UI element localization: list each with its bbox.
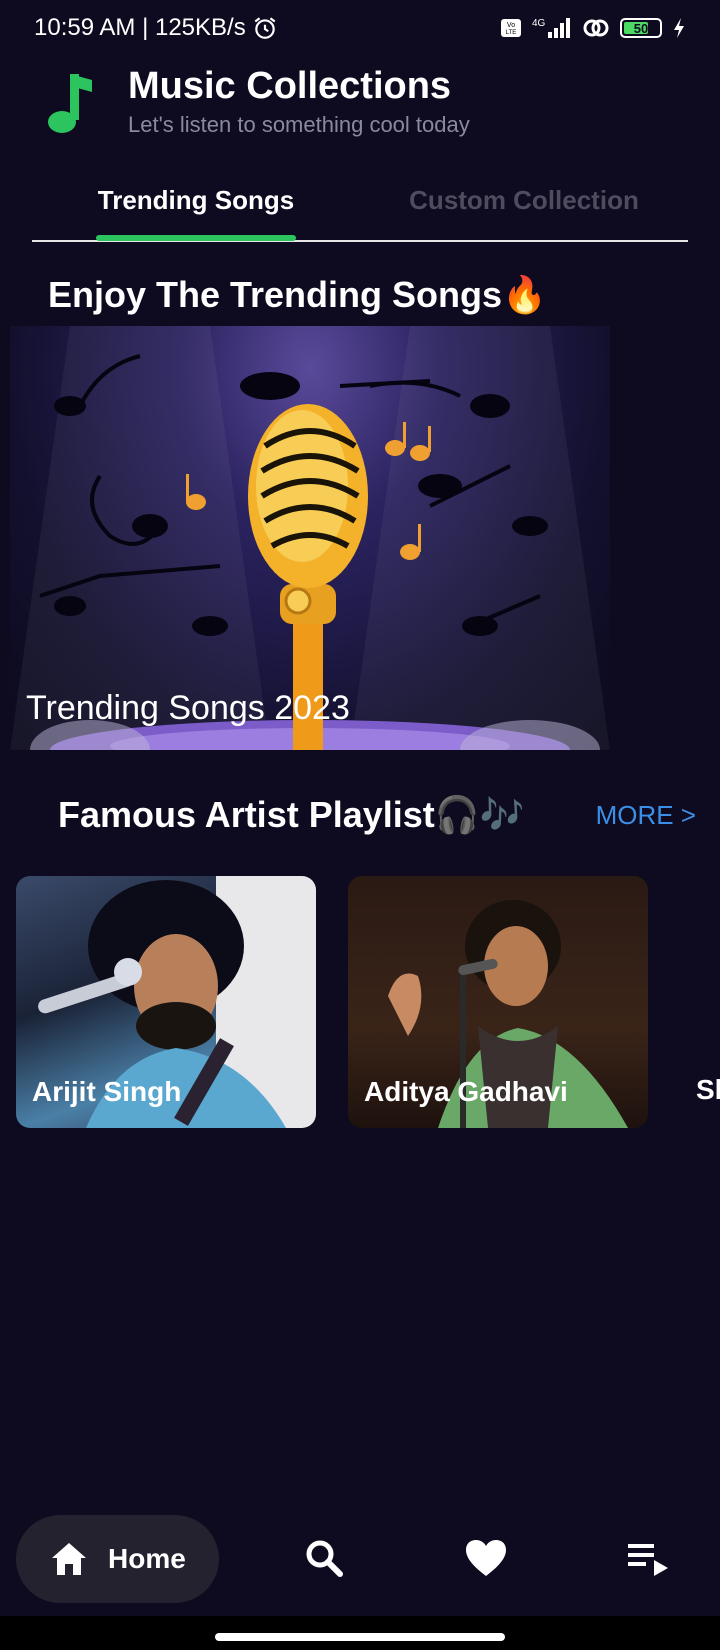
- tab-label: Trending Songs: [97, 184, 295, 215]
- trending-section-title: Enjoy The Trending Songs🔥: [48, 274, 547, 315]
- artist-card-arijit-singh[interactable]: Arijit Singh: [16, 876, 316, 1128]
- artist-name: Arijit Singh: [32, 1076, 182, 1107]
- tab-bar: Trending Songs Custom Collection: [32, 160, 688, 242]
- tab-trending-songs[interactable]: Trending Songs: [32, 160, 360, 241]
- battery-icon: 50: [620, 18, 662, 38]
- search-icon[interactable]: [304, 1538, 344, 1578]
- tab-custom-collection[interactable]: Custom Collection: [360, 160, 688, 240]
- svg-text:LTE: LTE: [506, 30, 517, 36]
- playlist-icon[interactable]: [628, 1542, 670, 1578]
- home-icon: [52, 1543, 86, 1575]
- signal-icon: 4G: [532, 16, 572, 40]
- microphone-illustration: [10, 326, 610, 750]
- app-header: Music Collections Let's listen to someth…: [40, 56, 680, 146]
- tab-label: Custom Collection: [409, 184, 639, 215]
- more-link[interactable]: MORE >: [596, 800, 696, 831]
- alarm-icon: [252, 15, 278, 41]
- charging-icon: [672, 17, 686, 39]
- artist-card-peek[interactable]: Sh: [696, 1074, 720, 1106]
- app-title: Music Collections: [128, 65, 452, 107]
- battery-level: 50: [633, 20, 649, 36]
- nav-home-button[interactable]: Home: [16, 1515, 219, 1603]
- status-bar: 10:59 AM | 125KB/s Vo LTE 4G 50: [0, 0, 720, 56]
- banner-caption: Trending Songs 2023: [26, 689, 350, 727]
- volte-icon: Vo LTE: [500, 18, 522, 38]
- tab-active-indicator: [96, 235, 296, 241]
- status-time: 10:59 AM | 125KB/s: [34, 14, 246, 41]
- network-label: 4G: [532, 18, 546, 29]
- artist-card-aditya-gadhavi[interactable]: Aditya Gadhavi: [348, 876, 648, 1128]
- trending-banner[interactable]: Trending Songs 2023: [10, 326, 610, 750]
- hotspot-icon: [582, 16, 610, 40]
- gesture-bar: [0, 1616, 720, 1650]
- music-note-icon: [48, 74, 92, 133]
- heart-icon[interactable]: [464, 1538, 508, 1578]
- artist-name: Aditya Gadhavi: [364, 1076, 568, 1107]
- artists-section-title: Famous Artist Playlist🎧🎶: [58, 794, 525, 835]
- app-subtitle: Let's listen to something cool today: [128, 112, 470, 137]
- nav-home-label: Home: [108, 1543, 186, 1574]
- home-gesture-handle[interactable]: [215, 1633, 505, 1641]
- svg-text:Vo: Vo: [507, 22, 515, 29]
- bottom-navigation: Home: [0, 1500, 720, 1616]
